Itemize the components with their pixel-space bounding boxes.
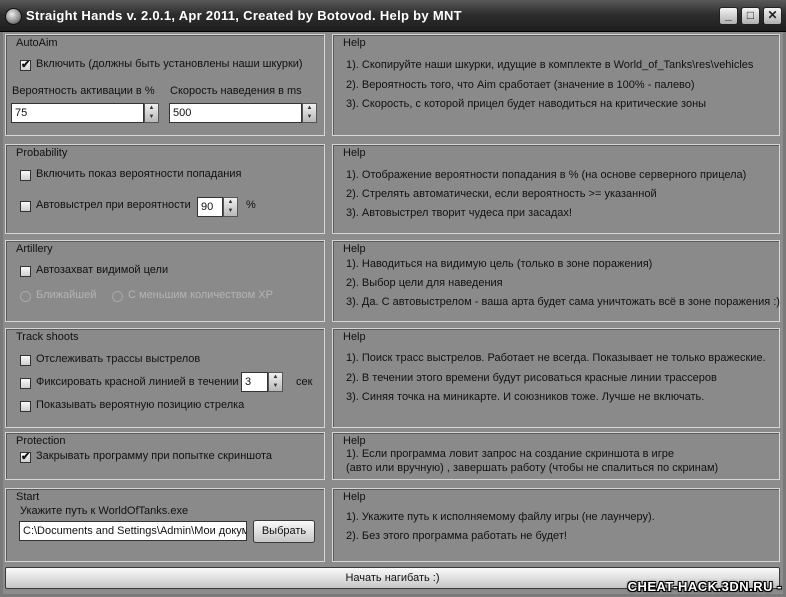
help-line: 2). Вероятность того, что Aim сработает … bbox=[346, 79, 695, 91]
help-line: 3). Скорость, с которой прицел будет нав… bbox=[346, 98, 707, 110]
spin-up-icon[interactable]: ▲ bbox=[303, 104, 316, 113]
artillery-title: Artillery bbox=[16, 243, 53, 255]
speed-input[interactable]: 500 bbox=[169, 103, 302, 123]
help-line: 3). Да. С автовыстрелом - ваша арта буде… bbox=[346, 296, 780, 308]
spin-up-icon[interactable]: ▲ bbox=[145, 104, 158, 113]
protection-group: Protection ✔ Закрывать программу при поп… bbox=[5, 432, 325, 480]
help-line: 2). Без этого программа работать не буде… bbox=[346, 530, 567, 542]
autocapture-label[interactable]: Автозахват видимой цели bbox=[36, 264, 168, 276]
window-client: AutoAim ✔ Включить (должны быть установл… bbox=[3, 32, 783, 594]
help-line: 1). Наводиться на видимую цель (только в… bbox=[346, 258, 653, 270]
help-line: 2). В течении этого времени будут рисова… bbox=[346, 372, 717, 384]
protection-help-group: Help 1). Если программа ловит запрос на … bbox=[332, 432, 780, 480]
check-icon: ✔ bbox=[21, 59, 31, 71]
activation-label: Вероятность активации в % bbox=[12, 85, 155, 97]
help-line: 2). Стрелять автоматически, если вероятн… bbox=[346, 188, 657, 200]
trace-checkbox[interactable] bbox=[20, 355, 31, 366]
shooter-position-checkbox[interactable] bbox=[20, 401, 31, 412]
track-help-title: Help bbox=[343, 331, 366, 343]
nearest-label[interactable]: Ближайшей bbox=[36, 289, 96, 301]
title-bar[interactable]: Straight Hands v. 2.0.1, Apr 2011, Creat… bbox=[0, 0, 786, 32]
help-line: (авто или вручную) , завершать работу (ч… bbox=[346, 462, 719, 474]
probability-show-checkbox[interactable] bbox=[20, 170, 31, 181]
help-line: 1). Укажите путь к исполняемому файлу иг… bbox=[346, 511, 655, 523]
minimize-button[interactable]: _ bbox=[719, 7, 738, 25]
maximize-button[interactable]: □ bbox=[741, 7, 760, 25]
nearest-radio[interactable] bbox=[20, 291, 31, 302]
help-line: 1). Скопируйте наши шкурки, идущие в ком… bbox=[346, 59, 754, 71]
less-xp-label[interactable]: С меньшим количеством ХР bbox=[128, 289, 273, 301]
less-xp-radio[interactable] bbox=[112, 291, 123, 302]
fix-seconds-spinner[interactable]: ▲ ▼ bbox=[268, 372, 283, 392]
fix-line-checkbox[interactable] bbox=[20, 378, 31, 389]
screenshot-close-label[interactable]: Закрывать программу при попытке скриншот… bbox=[36, 450, 272, 462]
fix-line-label[interactable]: Фиксировать красной линией в течении bbox=[36, 376, 239, 388]
protection-help-title: Help bbox=[343, 435, 366, 447]
autoaim-help-title: Help bbox=[343, 37, 366, 49]
track-help-group: Help 1). Поиск трасс выстрелов. Работает… bbox=[332, 328, 780, 428]
start-help-title: Help bbox=[343, 491, 366, 503]
track-shoots-group: Track shoots Отслеживать трассы выстрело… bbox=[5, 328, 325, 428]
spin-down-icon[interactable]: ▼ bbox=[224, 207, 237, 216]
spin-up-icon[interactable]: ▲ bbox=[224, 198, 237, 207]
screenshot-close-checkbox[interactable]: ✔ bbox=[20, 452, 31, 463]
browse-button[interactable]: Выбрать bbox=[253, 520, 315, 543]
help-line: 3). Автовыстрел творит чудеса при засада… bbox=[346, 207, 572, 219]
autoaim-title: AutoAim bbox=[16, 37, 58, 49]
shooter-position-label[interactable]: Показывать вероятную позицию стрелка bbox=[36, 399, 244, 411]
autocapture-checkbox[interactable] bbox=[20, 266, 31, 277]
protection-title: Protection bbox=[16, 435, 66, 447]
autoshot-input[interactable]: 90 bbox=[197, 197, 223, 217]
activation-spinner[interactable]: ▲ ▼ bbox=[144, 103, 159, 123]
spin-down-icon[interactable]: ▼ bbox=[145, 113, 158, 122]
track-shoots-title: Track shoots bbox=[16, 331, 79, 343]
artillery-help-title: Help bbox=[343, 243, 366, 255]
autoaim-help-group: Help 1). Скопируйте наши шкурки, идущие … bbox=[332, 34, 780, 136]
autoshot-label[interactable]: Автовыстрел при вероятности bbox=[36, 199, 191, 211]
sec-label: сек bbox=[296, 376, 313, 388]
check-icon: ✔ bbox=[21, 451, 31, 463]
start-group: Start Укажите путь к WorldOfTanks.exe C:… bbox=[5, 488, 325, 562]
start-help-group: Help 1). Укажите путь к исполняемому фай… bbox=[332, 488, 780, 562]
spin-up-icon[interactable]: ▲ bbox=[269, 373, 282, 382]
autoshot-spinner[interactable]: ▲ ▼ bbox=[223, 197, 238, 217]
activation-input[interactable]: 75 bbox=[11, 103, 144, 123]
path-label: Укажите путь к WorldOfTanks.exe bbox=[20, 505, 189, 517]
window-title: Straight Hands v. 2.0.1, Apr 2011, Creat… bbox=[26, 8, 462, 23]
autoshot-checkbox[interactable] bbox=[20, 201, 31, 212]
probability-help-title: Help bbox=[343, 147, 366, 159]
probability-help-group: Help 1). Отображение вероятности попадан… bbox=[332, 144, 780, 234]
artillery-help-group: Help 1). Наводиться на видимую цель (тол… bbox=[332, 240, 780, 322]
probability-title: Probability bbox=[16, 147, 68, 159]
speed-spinner[interactable]: ▲ ▼ bbox=[302, 103, 317, 123]
spin-down-icon[interactable]: ▼ bbox=[269, 382, 282, 391]
autoaim-enable-checkbox[interactable]: ✔ bbox=[20, 60, 31, 71]
help-line: 2). Выбор цели для наведения bbox=[346, 277, 503, 289]
game-path-input[interactable]: C:\Documents and Settings\Admin\Мои доку… bbox=[19, 521, 247, 541]
help-line: 1). Если программа ловит запрос на созда… bbox=[346, 448, 674, 460]
artillery-group: Artillery Автозахват видимой цели Ближай… bbox=[5, 240, 325, 322]
app-icon bbox=[5, 8, 22, 25]
spin-down-icon[interactable]: ▼ bbox=[303, 113, 316, 122]
percent-label: % bbox=[246, 199, 256, 211]
probability-group: Probability Включить показ вероятности п… bbox=[5, 144, 325, 234]
help-line: 1). Поиск трасс выстрелов. Работает не в… bbox=[346, 352, 766, 364]
trace-label[interactable]: Отслеживать трассы выстрелов bbox=[36, 353, 200, 365]
speed-label: Скорость наведения в ms bbox=[170, 85, 302, 97]
help-line: 1). Отображение вероятности попадания в … bbox=[346, 169, 747, 181]
watermark-text: CHEAT-HACK.3DN.RU - bbox=[627, 579, 782, 594]
fix-seconds-input[interactable]: 3 bbox=[241, 372, 268, 392]
help-line: 3). Синяя точка на миникарте. И союзнико… bbox=[346, 391, 705, 403]
start-title: Start bbox=[16, 491, 40, 503]
autoaim-group: AutoAim ✔ Включить (должны быть установл… bbox=[5, 34, 325, 136]
autoaim-enable-label[interactable]: Включить (должны быть установлены наши ш… bbox=[36, 58, 303, 70]
probability-show-label[interactable]: Включить показ вероятности попадания bbox=[36, 168, 241, 180]
close-button[interactable]: ✕ bbox=[763, 7, 782, 25]
